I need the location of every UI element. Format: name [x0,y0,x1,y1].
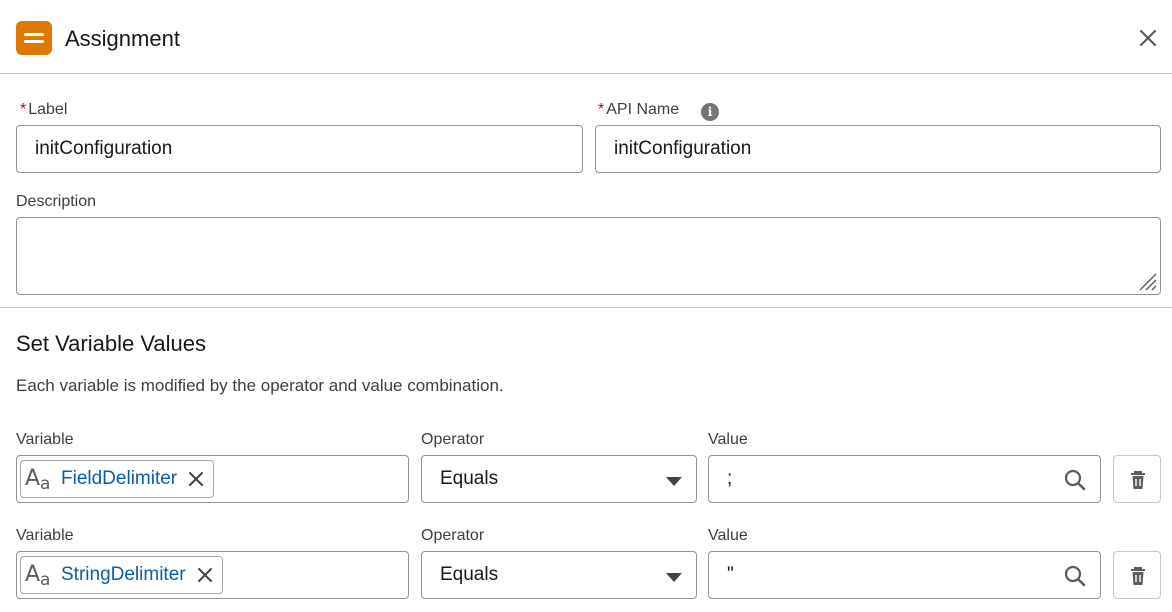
label-input[interactable]: initConfiguration [16,125,583,173]
operator-select[interactable]: Equals [421,551,697,599]
modal-title: Assignment [65,26,180,51]
delete-row-button[interactable] [1113,455,1161,503]
variable-combobox[interactable]: Aa FieldDelimiter [16,455,409,503]
value-input[interactable]: ; [708,455,1101,503]
variable-pill[interactable]: Aa FieldDelimiter [20,460,215,498]
remove-pill-icon[interactable] [196,566,214,584]
chevron-down-icon [666,477,682,486]
section-divider [0,307,1172,308]
value-input[interactable]: " [708,551,1101,599]
value-label: Value [708,527,748,544]
variable-label: Variable [16,431,74,448]
required-marker: * [20,101,27,118]
close-icon[interactable] [1137,27,1159,49]
modal-header: Assignment [0,0,1172,74]
variable-pill-label[interactable]: StringDelimiter [61,564,186,586]
trash-icon [1131,471,1145,489]
variable-combobox[interactable]: Aa StringDelimiter [16,551,409,599]
operator-select[interactable]: Equals [421,455,697,503]
api-name-field-label: * API Name [598,101,680,118]
variable-pill[interactable]: Aa StringDelimiter [20,556,223,594]
value-label: Value [708,431,748,448]
remove-pill-icon[interactable] [187,470,205,488]
operator-label: Operator [421,527,485,544]
chevron-down-icon [666,573,682,582]
search-icon[interactable] [1064,565,1086,587]
api-name-input[interactable]: initConfiguration [595,125,1161,173]
description-label: Description [16,193,97,210]
label-field-label: * Label [20,101,68,118]
info-icon[interactable]: i [701,103,719,121]
operator-label: Operator [421,431,485,448]
delete-row-button[interactable] [1113,551,1161,599]
section-title: Set Variable Values [16,331,206,356]
search-icon[interactable] [1064,469,1086,491]
trash-icon [1131,567,1145,585]
text-variable-icon: Aa [25,466,51,494]
description-textarea[interactable] [16,217,1161,295]
section-description: Each variable is modified by the operato… [16,376,504,395]
variable-label: Variable [16,527,74,544]
text-variable-icon: Aa [25,562,51,590]
assignment-icon [16,21,52,55]
required-marker: * [598,101,605,118]
variable-pill-label[interactable]: FieldDelimiter [61,468,177,490]
resize-handle-icon[interactable] [1136,270,1158,292]
